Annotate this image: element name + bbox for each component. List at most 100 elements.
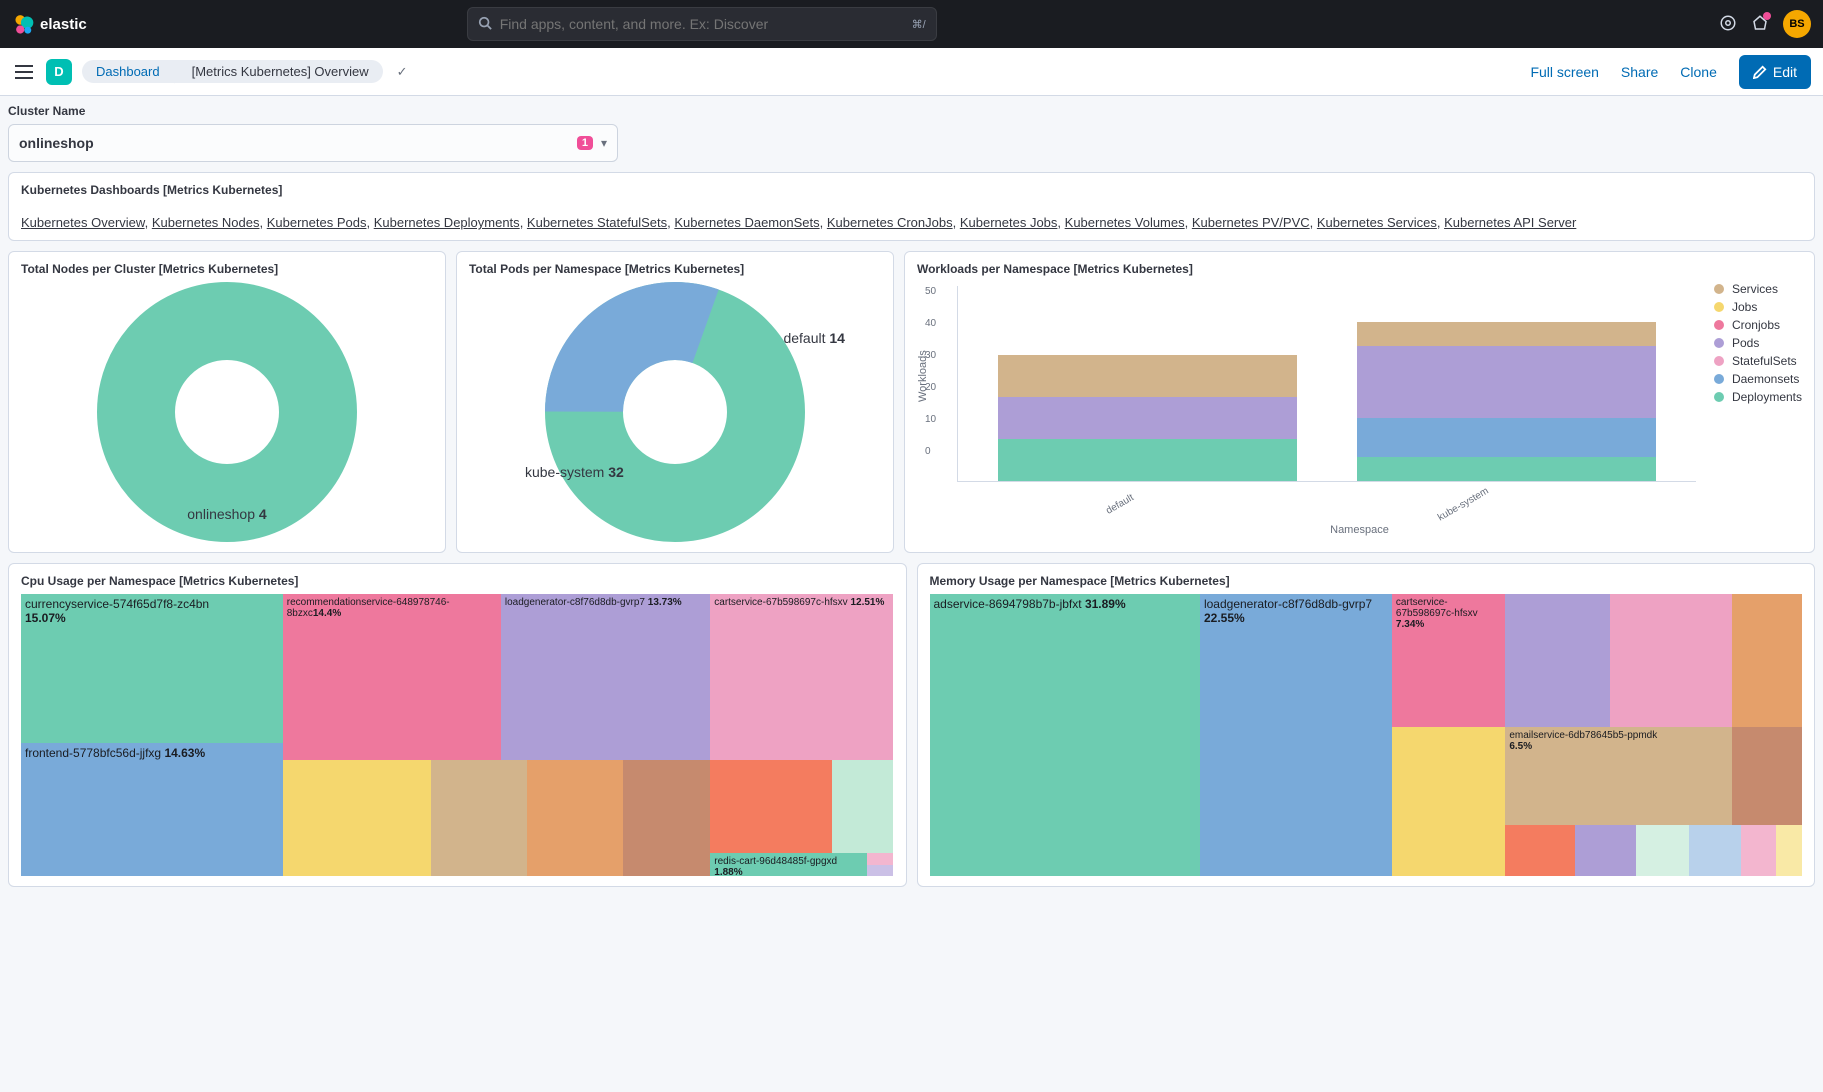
nodes-panel: Total Nodes per Cluster [Metrics Kuberne… — [8, 251, 446, 553]
brand-text: elastic — [40, 16, 87, 33]
tm-cell — [283, 760, 431, 876]
memory-treemap[interactable]: adservice-8694798b7b-jbfxt 31.89% loadge… — [930, 594, 1803, 876]
dash-link[interactable]: Kubernetes CronJobs — [827, 215, 953, 230]
row-2: Cpu Usage per Namespace [Metrics Kuberne… — [8, 563, 1815, 887]
tm-cell — [1636, 825, 1688, 876]
newsfeed-icon[interactable] — [1751, 14, 1769, 35]
dash-link[interactable]: Kubernetes Pods — [267, 215, 367, 230]
dash-link[interactable]: Kubernetes Services — [1317, 215, 1437, 230]
tm-cell — [832, 760, 893, 853]
chevron-down-icon: ▾ — [601, 136, 607, 150]
notification-dot — [1763, 12, 1771, 20]
donut-chart — [97, 282, 357, 542]
nav-toggle-button[interactable] — [12, 60, 36, 84]
panel-title: Total Nodes per Cluster [Metrics Kuberne… — [21, 262, 433, 276]
tm-cell: emailservice-6db78645b5-ppmdk6.5% — [1505, 727, 1732, 826]
tm-cell: adservice-8694798b7b-jbfxt 31.89% — [930, 594, 1200, 876]
dashboard-actions: Full screen Share Clone Edit — [1530, 55, 1811, 89]
full-screen-button[interactable]: Full screen — [1530, 64, 1598, 80]
pods-donut[interactable]: default 14 kube-system 32 — [469, 282, 881, 542]
tm-cell — [1392, 727, 1505, 876]
dash-link[interactable]: Kubernetes Jobs — [960, 215, 1058, 230]
elastic-icon — [12, 13, 34, 35]
top-nav: elastic ⌘/ BS — [0, 0, 1823, 48]
panel-title: Memory Usage per Namespace [Metrics Kube… — [930, 574, 1803, 588]
x-cat-2: kube-system — [1436, 486, 1491, 524]
dash-link[interactable]: Kubernetes DaemonSets — [674, 215, 819, 230]
breadcrumb-current: [Metrics Kubernetes] Overview — [174, 60, 383, 83]
tm-cell — [1741, 825, 1776, 876]
tm-cell — [710, 760, 832, 853]
pods-panel: Total Pods per Namespace [Metrics Kubern… — [456, 251, 894, 553]
help-icon[interactable] — [1719, 14, 1737, 35]
cluster-filter-value: onlineshop — [19, 135, 577, 151]
tm-cell: cartservice-67b598697c-hfsxv 12.51% — [710, 594, 893, 760]
search-kbd: ⌘/ — [912, 18, 926, 31]
tm-cell: currencyservice-574f65d7f8-zc4bn15.07% — [21, 594, 283, 743]
tm-cell — [1732, 594, 1802, 727]
cluster-filter[interactable]: onlineshop 1 ▾ — [8, 124, 618, 162]
cluster-filter-badge: 1 — [577, 136, 593, 150]
tm-cell — [1505, 825, 1575, 876]
tm-cell — [1776, 825, 1802, 876]
cpu-panel: Cpu Usage per Namespace [Metrics Kuberne… — [8, 563, 907, 887]
donut-label: onlineshop 4 — [187, 506, 266, 522]
dash-link[interactable]: Kubernetes PV/PVC — [1192, 215, 1310, 230]
bar-default — [998, 355, 1297, 481]
nodes-donut[interactable]: onlineshop 4 — [21, 282, 433, 542]
global-search: ⌘/ — [467, 7, 937, 41]
filter-label: Cluster Name — [8, 104, 1815, 118]
search-input[interactable] — [500, 16, 904, 32]
breadcrumb: Dashboard [Metrics Kubernetes] Overview — [82, 60, 383, 83]
tm-cell — [527, 760, 623, 876]
dash-link[interactable]: Kubernetes StatefulSets — [527, 215, 667, 230]
panel-title: Cpu Usage per Namespace [Metrics Kuberne… — [21, 574, 894, 588]
nav-right: BS — [1719, 10, 1811, 38]
donut-label-kubesystem: kube-system 32 — [525, 464, 624, 480]
saved-check-icon: ✓ — [397, 64, 408, 80]
tm-cell: recommendationservice-648978746-8bzxc14.… — [283, 594, 501, 760]
workloads-chart[interactable]: Workloads 50 40 30 20 10 0 — [917, 282, 1702, 522]
share-button[interactable]: Share — [1621, 64, 1658, 80]
tm-cell: redis-cart-96d48485f-gpgxd1.88% — [710, 853, 867, 876]
donut-chart — [545, 282, 805, 542]
workloads-legend: Services Jobs Cronjobs Pods StatefulSets… — [1714, 282, 1802, 522]
dash-link[interactable]: Kubernetes API Server — [1444, 215, 1576, 230]
bar-kubesystem — [1357, 322, 1656, 481]
donut-label-default: default 14 — [783, 330, 845, 346]
workloads-body: Workloads 50 40 30 20 10 0 — [917, 282, 1802, 522]
space-badge[interactable]: D — [46, 59, 72, 85]
x-cat-1: default — [1105, 492, 1137, 517]
tm-cell — [1610, 594, 1732, 727]
tm-cell: cartservice-67b598697c-hfsxv7.34% — [1392, 594, 1505, 727]
panel-title: Total Pods per Namespace [Metrics Kubern… — [469, 262, 881, 276]
edit-button[interactable]: Edit — [1739, 55, 1811, 89]
tm-cell: frontend-5778bfc56d-jjfxg 14.63% — [21, 743, 283, 876]
tm-cell — [1505, 594, 1610, 727]
logo[interactable]: elastic — [12, 13, 87, 35]
tm-cell — [867, 853, 893, 864]
cpu-treemap[interactable]: currencyservice-574f65d7f8-zc4bn15.07% f… — [21, 594, 894, 876]
dash-link[interactable]: Kubernetes Overview — [21, 215, 145, 230]
panel-title: Workloads per Namespace [Metrics Kuberne… — [917, 262, 1802, 276]
dash-link[interactable]: Kubernetes Volumes — [1065, 215, 1185, 230]
links-panel-title: Kubernetes Dashboards [Metrics Kubernete… — [21, 183, 1802, 197]
sub-header: D Dashboard [Metrics Kubernetes] Overvie… — [0, 48, 1823, 96]
pencil-icon — [1753, 65, 1767, 79]
clone-button[interactable]: Clone — [1680, 64, 1717, 80]
tm-cell: loadgenerator-c8f76d8db-gvrp7 13.73% — [501, 594, 710, 760]
breadcrumb-root[interactable]: Dashboard — [82, 60, 174, 83]
edit-button-label: Edit — [1773, 64, 1797, 80]
search-icon — [478, 16, 492, 33]
dash-link[interactable]: Kubernetes Deployments — [374, 215, 520, 230]
links-list: Kubernetes Overview, Kubernetes Nodes, K… — [21, 215, 1802, 230]
memory-panel: Memory Usage per Namespace [Metrics Kube… — [917, 563, 1816, 887]
tm-cell — [1689, 825, 1741, 876]
avatar[interactable]: BS — [1783, 10, 1811, 38]
workloads-panel: Workloads per Namespace [Metrics Kuberne… — [904, 251, 1815, 553]
page-body: Cluster Name onlineshop 1 ▾ Kubernetes D… — [0, 96, 1823, 895]
tm-cell: loadgenerator-c8f76d8db-gvrp722.55% — [1200, 594, 1392, 876]
tm-cell — [867, 865, 893, 876]
dash-link[interactable]: Kubernetes Nodes — [152, 215, 260, 230]
search-input-wrap[interactable]: ⌘/ — [467, 7, 937, 41]
